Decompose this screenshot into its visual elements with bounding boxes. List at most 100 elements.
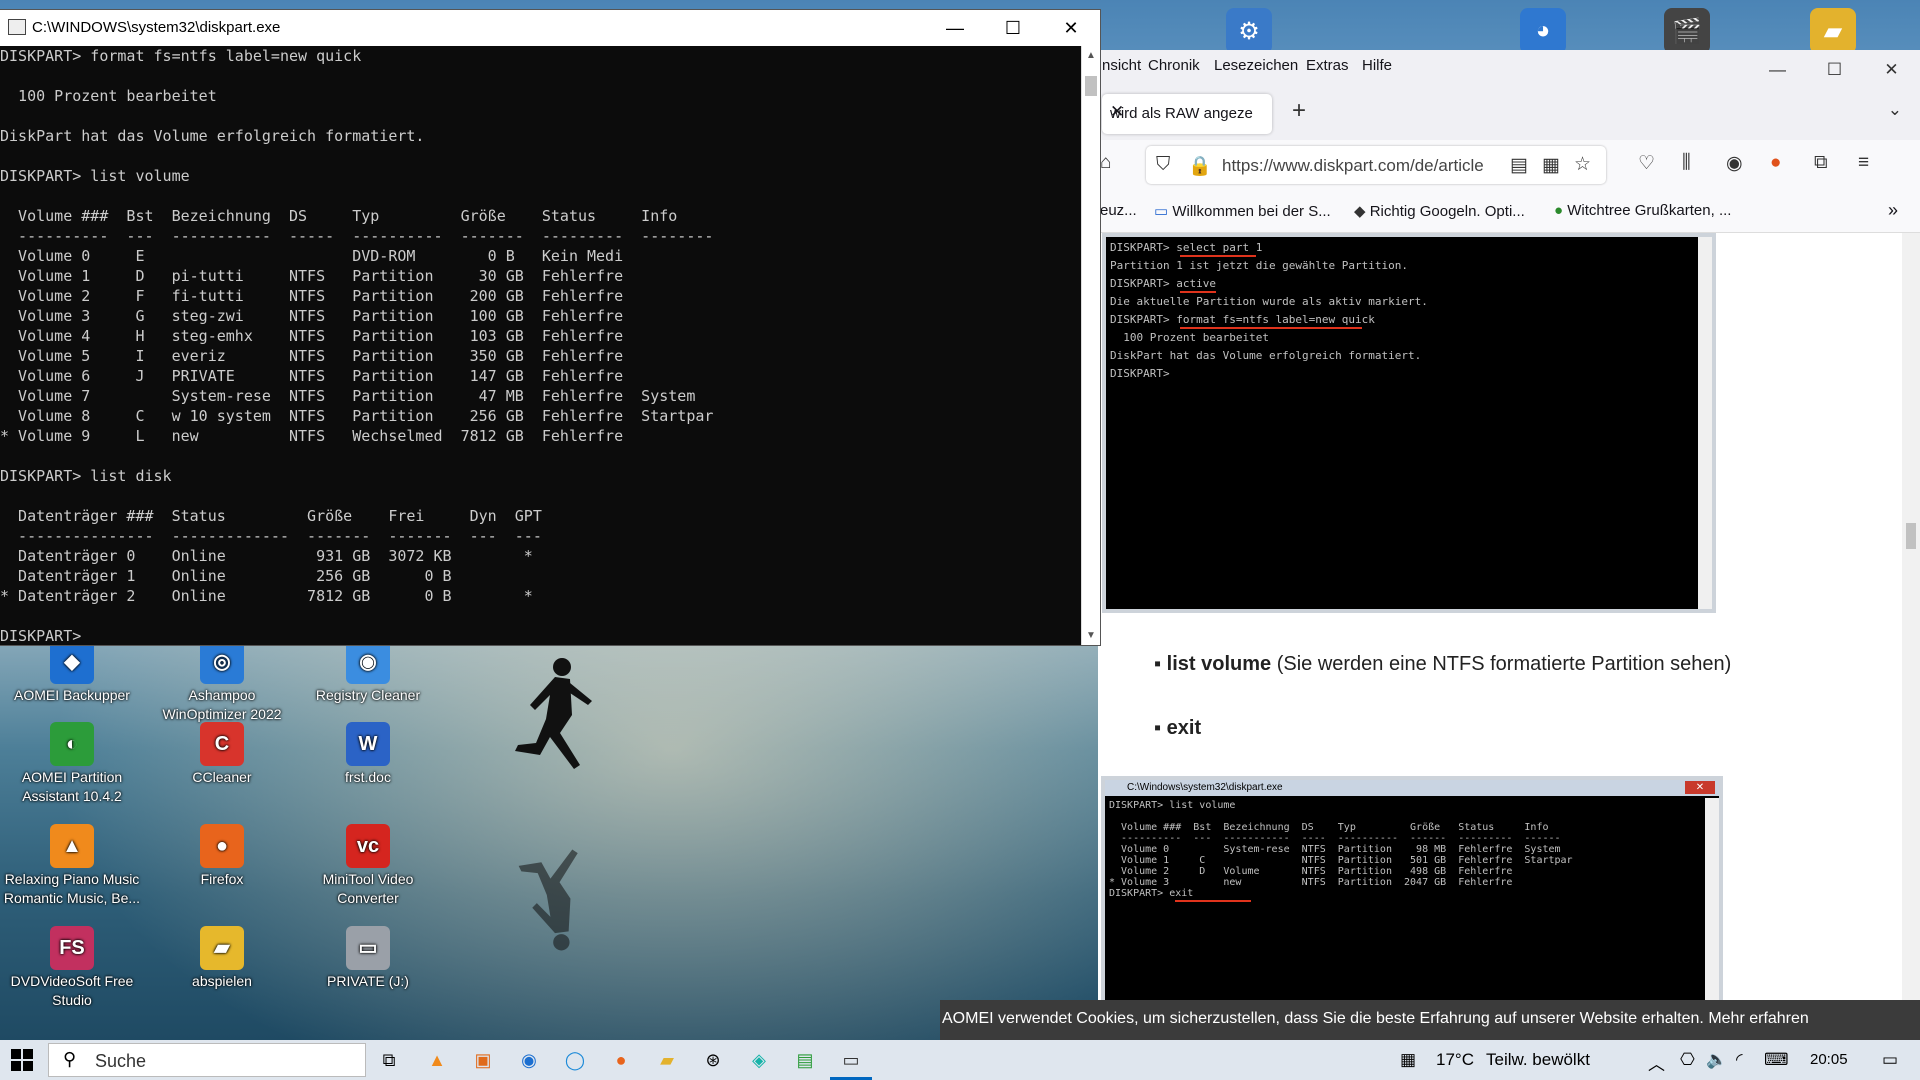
app-taskbar-icon-3[interactable]: ⊛ xyxy=(700,1047,726,1073)
weather-text[interactable]: Teilw. bewölkt xyxy=(1486,1050,1590,1070)
maximize-button[interactable]: ☐ xyxy=(1806,50,1863,90)
desktop-icon[interactable]: ▭ PRIVATE (J:) xyxy=(298,926,438,991)
wifi-icon[interactable]: ◜ xyxy=(1736,1050,1743,1070)
console-minimize-button[interactable]: ― xyxy=(926,10,984,46)
url-text[interactable]: https://www.diskpart.com/de/article xyxy=(1222,156,1512,176)
bookmark-2[interactable]: ▭ Willkommen bei der S... xyxy=(1154,202,1331,220)
desktop-icon[interactable]: ◉ Registry Cleaner xyxy=(298,640,438,705)
extensions-grid-icon[interactable]: ▦ xyxy=(1542,154,1560,177)
task-view-icon[interactable]: ⧉ xyxy=(376,1047,402,1073)
bookmark-star-icon[interactable]: ☆ xyxy=(1574,153,1591,176)
bullet-marker: ▪ xyxy=(1154,717,1167,739)
tab-close-icon[interactable]: ✕ xyxy=(1110,102,1264,122)
desktop-icon[interactable]: ◐ AOMEI Partition Assistant 10.4.2 xyxy=(2,722,142,806)
menu-item-hilfe[interactable]: Hilfe xyxy=(1362,57,1392,74)
weather-icon[interactable]: ▦ xyxy=(1400,1050,1416,1070)
bookmark-3-label: Richtig Googeln. Opti... xyxy=(1369,203,1525,220)
console-line: Volume 2 F fi-tutti NTFS Partition 200 G… xyxy=(0,287,624,305)
list-tabs-chevron-icon[interactable]: ⌄ xyxy=(1888,100,1902,120)
console-scrollbar[interactable]: ▲ ▼ xyxy=(1081,46,1100,645)
url-bar[interactable]: ⛉ 🔒 https://www.diskpart.com/de/article … xyxy=(1146,146,1606,184)
desktop-icon[interactable]: C CCleaner xyxy=(152,722,292,787)
media-taskbar-icon[interactable]: ▣ xyxy=(470,1047,496,1073)
desktop-icon-label: abspielen xyxy=(192,973,252,989)
menu-item-ansicht[interactable]: nsicht xyxy=(1102,57,1141,74)
page-scroll-thumb[interactable] xyxy=(1906,523,1916,549)
app-taskbar-icon-1[interactable]: ◉ xyxy=(516,1047,542,1073)
desktop-app-icon: ◉ xyxy=(346,640,390,684)
app-taskbar-icon-5[interactable]: ▤ xyxy=(792,1047,818,1073)
app-taskbar-icon-4[interactable]: ◈ xyxy=(746,1047,772,1073)
console-line: ---------- --- ----------- ----- -------… xyxy=(0,227,714,245)
desktop-app-icon: C xyxy=(200,722,244,766)
close-button[interactable]: ✕ xyxy=(1863,50,1920,90)
desktop-icon[interactable]: ● Firefox xyxy=(152,824,292,889)
desktop-icon[interactable]: ◆ AOMEI Backupper xyxy=(2,640,142,705)
shield-icon[interactable]: ⛉ xyxy=(1156,154,1170,176)
bullet1-bold: list volume xyxy=(1166,653,1272,675)
firefox-taskbar-icon[interactable]: ● xyxy=(608,1047,634,1073)
desktop-icon[interactable]: ▲ Relaxing Piano Music Romantic Music, Be… xyxy=(2,824,142,908)
notifications-icon[interactable]: ▭ xyxy=(1882,1050,1898,1070)
scroll-up-icon[interactable]: ▲ xyxy=(1086,50,1096,61)
top-icon-2[interactable]: ◕ xyxy=(1520,8,1566,54)
home-icon[interactable]: ⌂ xyxy=(1100,152,1111,174)
console-output[interactable]: DISKPART> format fs=ntfs label=new quick… xyxy=(0,46,1082,645)
account-icon[interactable]: ◉ xyxy=(1726,152,1743,175)
bookmarks-overflow-icon[interactable]: » xyxy=(1888,200,1898,221)
tray-chevron-icon[interactable]: ︿ xyxy=(1648,1050,1665,1075)
explorer-taskbar-icon[interactable]: ▰ xyxy=(654,1047,680,1073)
console-titlebar[interactable]: C:\WINDOWS\system32\diskpart.exe ― ☐ ✕ xyxy=(0,10,1100,46)
console-taskbar-icon[interactable]: ▭ xyxy=(830,1047,872,1080)
keyboard-icon[interactable]: ⌨ xyxy=(1764,1050,1789,1070)
minimize-button[interactable]: ― xyxy=(1749,50,1806,90)
top-icon-1[interactable]: ⚙ xyxy=(1226,8,1272,54)
menu-item-chronik[interactable]: Chronik xyxy=(1148,57,1200,74)
desktop-icon[interactable]: ◎ Ashampoo WinOptimizer 2022 xyxy=(152,640,292,724)
desktop-icon[interactable]: Wfrst.doc xyxy=(298,722,438,787)
reader-view-icon[interactable]: ▤ xyxy=(1510,154,1528,177)
console-scroll-thumb[interactable] xyxy=(1085,76,1097,96)
taskbar-search-box[interactable]: ⚲ Suche xyxy=(48,1043,366,1077)
shot1-line: 100 Prozent bearbeitet xyxy=(1110,331,1269,344)
page-scrollbar[interactable] xyxy=(1902,233,1920,1042)
desktop-app-icon: ▰ xyxy=(200,926,244,970)
weather-temp[interactable]: 17°C xyxy=(1436,1050,1474,1070)
console-close-button[interactable]: ✕ xyxy=(1042,10,1100,46)
library-icon[interactable]: ⫼ xyxy=(1682,152,1691,174)
windows-start-icon[interactable] xyxy=(10,1048,34,1072)
desktop-icon[interactable]: ▰ abspielen xyxy=(152,926,292,991)
console-title: C:\WINDOWS\system32\diskpart.exe xyxy=(32,19,281,36)
volume-icon[interactable]: 🔈 xyxy=(1706,1050,1727,1070)
desktop-icon-label: MiniTool Video Converter xyxy=(322,871,414,906)
bookmark-4[interactable]: ● Witchtree Grußkarten, ... xyxy=(1554,202,1731,219)
desktop-icon[interactable]: FS DVDVideoSoft Free Studio xyxy=(2,926,142,1010)
bookmarks-toolbar: euz... ▭ Willkommen bei der S... ◆ Richt… xyxy=(1098,190,1920,233)
menu-item-extras[interactable]: Extras xyxy=(1306,57,1349,74)
hamburger-menu-icon[interactable]: ≡ xyxy=(1858,152,1869,174)
desktop-app-icon: FS xyxy=(50,926,94,970)
bullet-list-volume: ▪ list volume (Sie werden eine NTFS form… xyxy=(1154,653,1731,676)
shot2-line: * Volume 3 new NTFS Partition 2047 GB Fe… xyxy=(1109,877,1513,888)
cookie-text[interactable]: AOMEI verwendet Cookies, um sicherzustel… xyxy=(942,1010,1809,1028)
lock-icon[interactable]: 🔒 xyxy=(1188,154,1212,178)
desktop-icon[interactable]: vc MiniTool Video Converter xyxy=(298,824,438,908)
tab-active[interactable]: wird als RAW angeze ✕ xyxy=(1102,94,1272,134)
scroll-down-icon[interactable]: ▼ xyxy=(1086,630,1096,641)
top-icon-3[interactable]: 🎬 xyxy=(1664,8,1710,54)
bookmark-1[interactable]: euz... xyxy=(1100,202,1137,219)
puzzle-icon[interactable]: ⧉ xyxy=(1814,152,1828,174)
vlc-taskbar-icon[interactable]: ▲ xyxy=(424,1047,450,1073)
addon-icon[interactable]: ● xyxy=(1770,152,1781,174)
meet-icon[interactable]: ⎔ xyxy=(1680,1050,1695,1070)
console-line: --------------- ------------- ------- --… xyxy=(0,527,542,545)
menu-item-lesezeichen[interactable]: Lesezeichen xyxy=(1214,57,1298,74)
pocket-icon[interactable]: ♡ xyxy=(1638,152,1655,175)
app-taskbar-icon-2[interactable]: ◯ xyxy=(562,1047,588,1073)
console-maximize-button[interactable]: ☐ xyxy=(984,10,1042,46)
bookmark-3[interactable]: ◆ Richtig Googeln. Opti... xyxy=(1354,202,1525,220)
clock-time[interactable]: 20:05 xyxy=(1810,1051,1848,1068)
new-tab-button[interactable]: + xyxy=(1292,97,1306,125)
top-icon-4[interactable]: ▰ xyxy=(1810,8,1856,54)
